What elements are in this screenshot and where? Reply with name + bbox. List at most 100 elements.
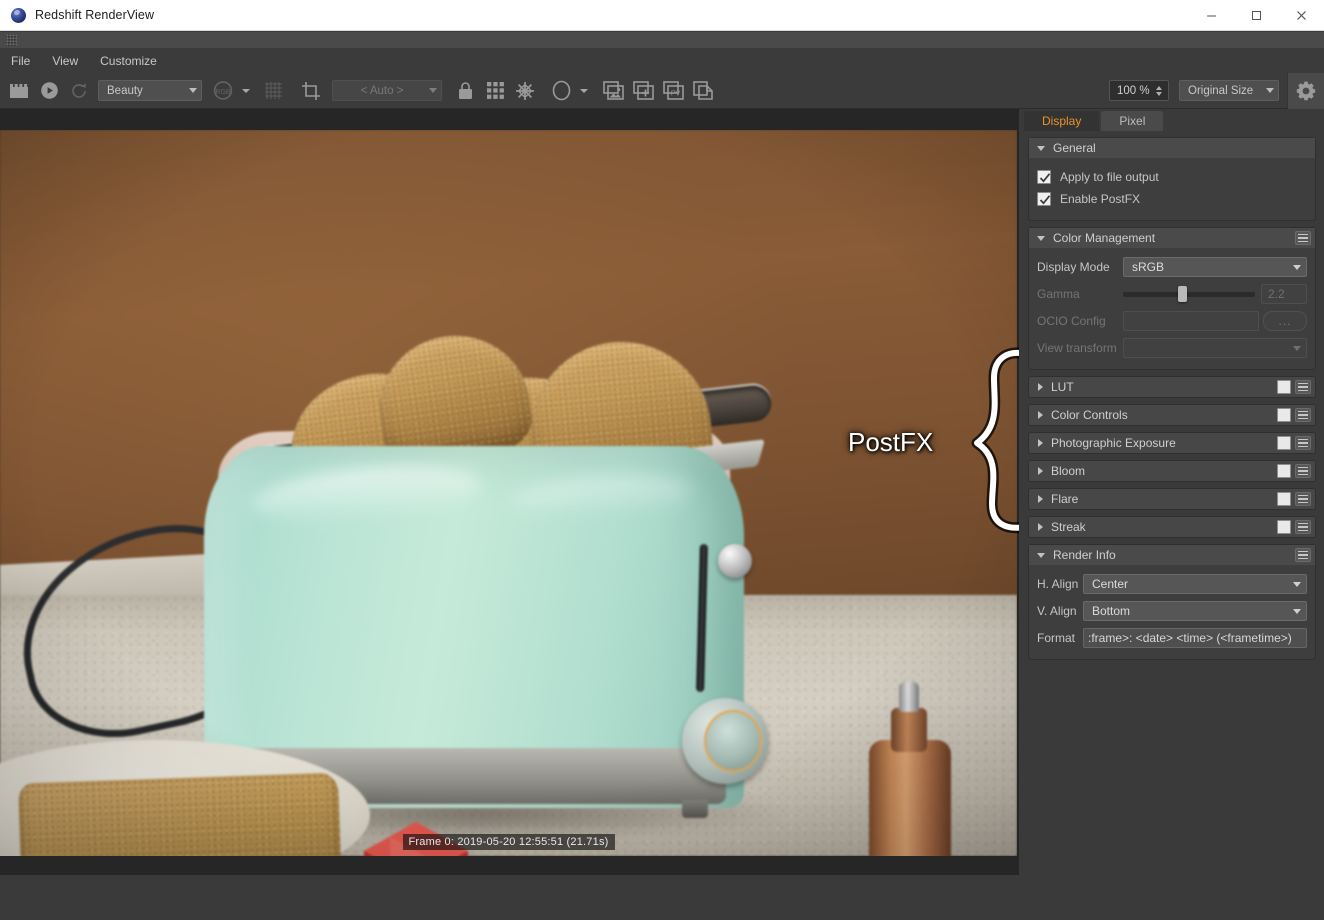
display-mode-select[interactable]: sRGB <box>1123 257 1307 277</box>
section-menu-icon[interactable] <box>1295 408 1311 422</box>
aov-select[interactable]: Beauty <box>98 80 202 101</box>
section-enable-checkbox[interactable] <box>1277 408 1291 422</box>
section-general-header[interactable]: General <box>1029 138 1315 158</box>
svg-text:PV: PV <box>670 91 680 98</box>
zoom-level-stepper[interactable]: 100 % <box>1109 80 1169 101</box>
redshift-logo-icon <box>11 7 26 23</box>
section-menu-icon[interactable] <box>1295 231 1311 245</box>
view-transform-label: View transform <box>1037 341 1117 355</box>
section-menu-icon[interactable] <box>1295 520 1311 534</box>
minimize-button[interactable] <box>1189 0 1234 31</box>
chevron-right-icon <box>1038 383 1043 391</box>
render-viewport[interactable]: Frame 0: 2019-05-20 12:55:51 (21.71s) <box>0 109 1019 875</box>
section-streak-title: Streak <box>1051 520 1086 534</box>
section-color-controls-header[interactable]: Color Controls <box>1028 404 1316 426</box>
start-render-icon[interactable] <box>34 77 64 105</box>
ocio-config-browse-button[interactable]: ... <box>1263 311 1307 331</box>
renderview-window: Redshift RenderView File View Customize <box>0 0 1324 920</box>
settings-button[interactable] <box>1287 72 1324 109</box>
add-image-icon[interactable] <box>628 77 658 105</box>
stepper-arrows-icon[interactable] <box>1155 85 1162 96</box>
checkbox-box[interactable] <box>1037 192 1051 206</box>
refresh-render-icon[interactable] <box>64 77 94 105</box>
rendered-image[interactable]: Frame 0: 2019-05-20 12:55:51 (21.71s) <box>0 130 1017 856</box>
menu-file[interactable]: File <box>0 50 41 72</box>
image-size-select[interactable]: Original Size <box>1179 80 1279 101</box>
aov-select-value: Beauty <box>107 84 143 97</box>
gamma-label: Gamma <box>1037 287 1080 301</box>
chevron-right-icon <box>1038 495 1043 503</box>
section-menu-icon[interactable] <box>1295 548 1311 562</box>
section-enable-checkbox[interactable] <box>1277 380 1291 394</box>
section-color-management-header[interactable]: Color Management <box>1029 228 1315 248</box>
section-enable-checkbox[interactable] <box>1277 464 1291 478</box>
slider-knob[interactable] <box>1178 286 1188 302</box>
apply-to-file-output-checkbox[interactable]: Apply to file output <box>1037 166 1307 188</box>
ocio-config-input[interactable] <box>1123 311 1259 331</box>
section-enable-checkbox[interactable] <box>1277 492 1291 506</box>
section-general-body: Apply to file output Enable PostFX <box>1029 158 1315 220</box>
copy-image-icon[interactable] <box>688 77 718 105</box>
gamma-value-field[interactable]: 2.2 <box>1261 284 1307 304</box>
section-menu-icon[interactable] <box>1295 492 1311 506</box>
section-flare-header[interactable]: Flare <box>1028 488 1316 510</box>
ocio-config-label: OCIO Config <box>1037 314 1106 328</box>
render-region-icon[interactable] <box>4 77 34 105</box>
tab-display[interactable]: Display <box>1024 111 1100 131</box>
menu-view[interactable]: View <box>41 50 89 72</box>
snowflake-denoise-icon[interactable] <box>510 77 540 105</box>
region-select[interactable]: < Auto > <box>332 80 442 101</box>
section-enable-checkbox[interactable] <box>1277 520 1291 534</box>
crop-region-icon[interactable] <box>296 77 326 105</box>
view-transform-select[interactable] <box>1123 338 1307 358</box>
chevron-right-icon <box>1038 439 1043 447</box>
section-color-management-body: Display Mode sRGB Gamma 2.2 OCIO Config … <box>1029 248 1315 369</box>
h-align-label: H. Align <box>1037 577 1079 591</box>
v-align-select[interactable]: Bottom <box>1083 601 1307 621</box>
section-color-controls-title: Color Controls <box>1051 408 1128 422</box>
gamma-row: Gamma 2.2 <box>1037 283 1307 305</box>
pv-image-icon[interactable]: PV <box>658 77 688 105</box>
chevron-right-icon <box>1038 467 1043 475</box>
display-mode-row: Display Mode sRGB <box>1037 256 1307 278</box>
chevron-down-icon <box>242 88 250 93</box>
background-mode-dropdown[interactable] <box>576 77 592 105</box>
section-color-controls: Color Controls <box>1028 404 1316 426</box>
section-render-info-header[interactable]: Render Info <box>1029 545 1315 565</box>
save-image-icon[interactable] <box>598 77 628 105</box>
gamma-slider[interactable] <box>1123 284 1255 304</box>
section-enable-checkbox[interactable] <box>1277 436 1291 450</box>
background-mode-icon[interactable] <box>546 77 576 105</box>
section-menu-icon[interactable] <box>1295 436 1311 450</box>
region-select-value: < Auto > <box>360 84 404 97</box>
section-render-info-title: Render Info <box>1053 548 1116 562</box>
section-menu-icon[interactable] <box>1295 380 1311 394</box>
render-info-overlay: Frame 0: 2019-05-20 12:55:51 (21.71s) <box>402 834 615 850</box>
close-button[interactable] <box>1279 0 1324 31</box>
tab-pixel[interactable]: Pixel <box>1101 111 1164 131</box>
drag-handle-icon[interactable] <box>6 34 17 46</box>
section-bloom-header[interactable]: Bloom <box>1028 460 1316 482</box>
section-photographic-exposure-header[interactable]: Photographic Exposure <box>1028 432 1316 454</box>
panel-tabs: Display Pixel <box>1024 111 1165 131</box>
chevron-down-icon <box>189 88 197 93</box>
section-lut-header[interactable]: LUT <box>1028 376 1316 398</box>
view-transform-row: View transform <box>1037 337 1307 359</box>
section-streak-header[interactable]: Streak <box>1028 516 1316 538</box>
pixel-grid-icon[interactable] <box>258 77 288 105</box>
tiles-icon[interactable] <box>480 77 510 105</box>
rgb-channel-dropdown[interactable] <box>238 77 254 105</box>
section-flare-title: Flare <box>1051 492 1079 506</box>
format-input[interactable]: :frame>: <date> <time> (<frametime>) <box>1083 628 1307 648</box>
checkbox-label: Apply to file output <box>1060 170 1159 184</box>
enable-postfx-checkbox[interactable]: Enable PostFX <box>1037 188 1307 210</box>
checkbox-box[interactable] <box>1037 170 1051 184</box>
section-menu-icon[interactable] <box>1295 464 1311 478</box>
h-align-select[interactable]: Center <box>1083 574 1307 594</box>
maximize-button[interactable] <box>1234 0 1279 31</box>
rgb-channel-icon[interactable]: RGB <box>208 77 238 105</box>
toolbar-drag-row[interactable] <box>0 32 1324 48</box>
lock-icon[interactable] <box>450 77 480 105</box>
menu-customize[interactable]: Customize <box>89 50 168 72</box>
format-row: Format :frame>: <date> <time> (<frametim… <box>1037 627 1307 649</box>
